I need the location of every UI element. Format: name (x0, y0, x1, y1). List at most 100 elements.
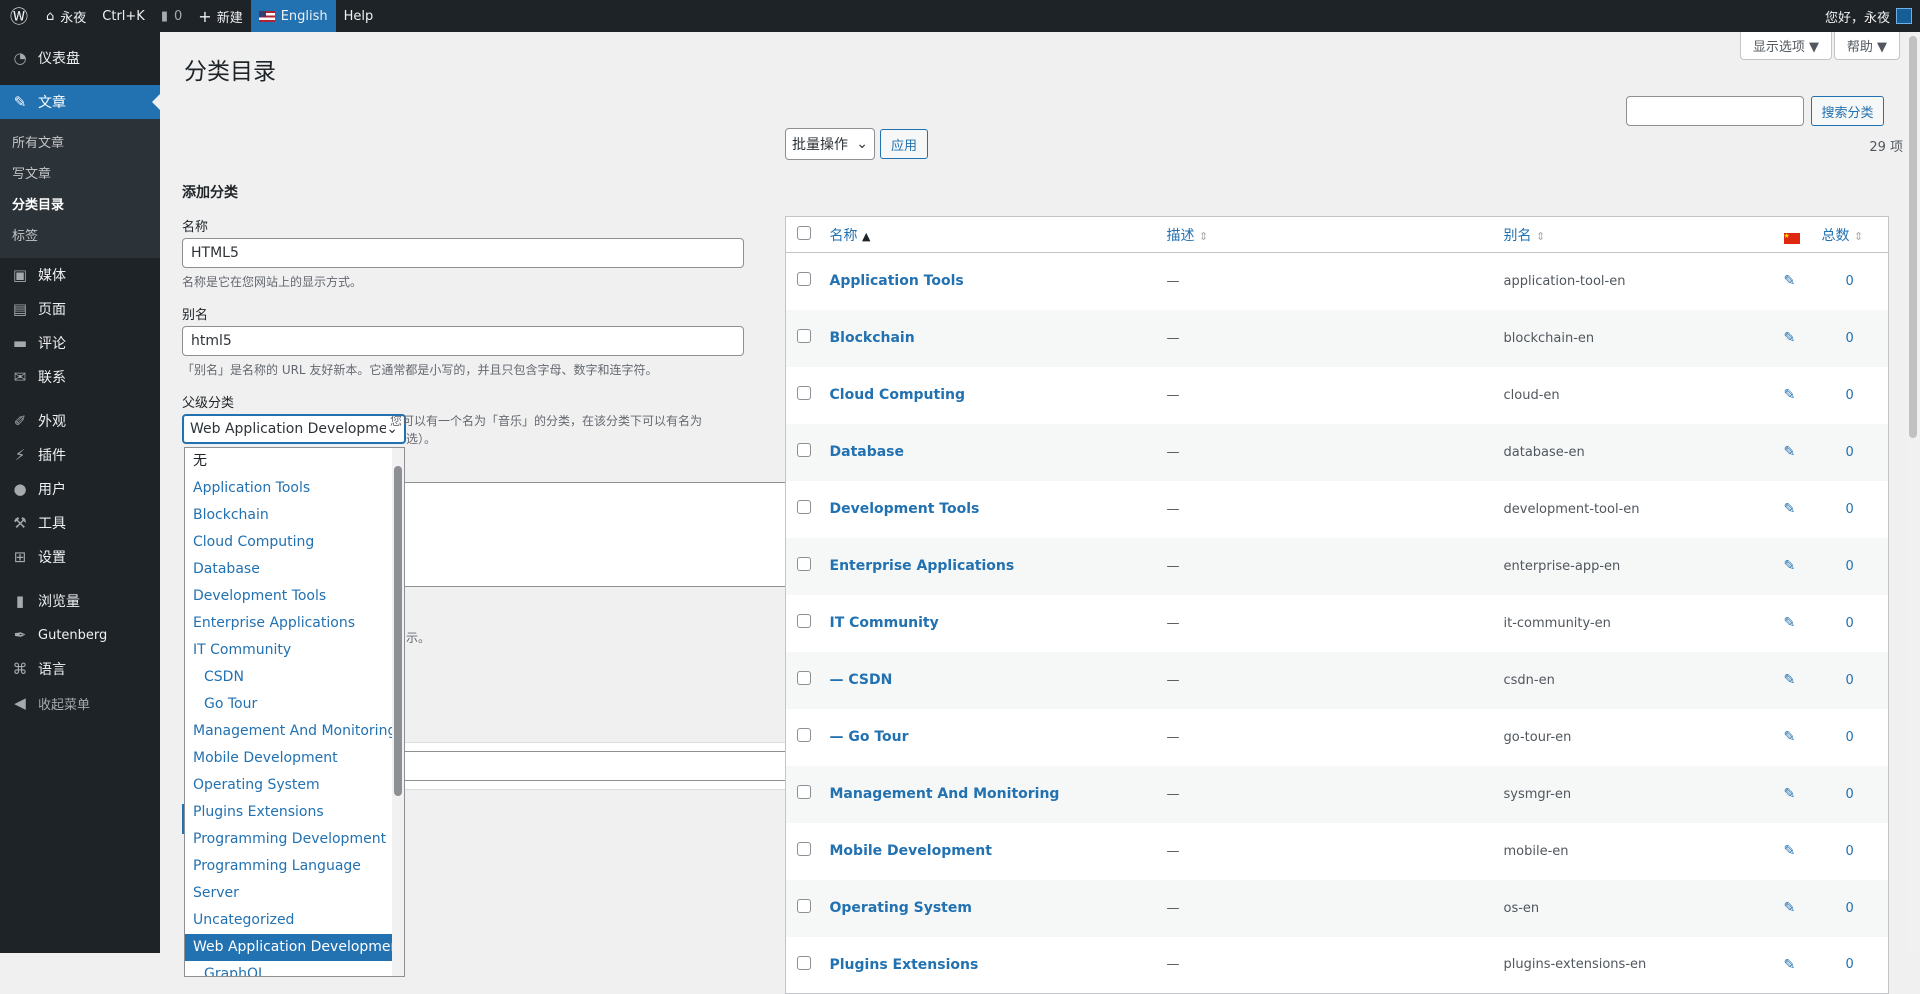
category-name-link[interactable]: Blockchain (830, 330, 915, 346)
row-checkbox[interactable] (797, 500, 811, 514)
row-checkbox[interactable] (797, 557, 811, 571)
category-name-link[interactable]: — Go Tour (830, 729, 909, 745)
category-count-link[interactable]: 0 (1846, 730, 1854, 745)
dropdown-option[interactable]: IT Community (185, 637, 404, 664)
category-count-link[interactable]: 0 (1846, 445, 1854, 460)
edit-translation-icon[interactable]: ✎ (1784, 501, 1796, 517)
select-all-checkbox[interactable] (797, 225, 811, 240)
row-checkbox[interactable] (797, 272, 811, 287)
dropdown-option[interactable]: Plugins Extensions (185, 799, 404, 826)
menu-gutenberg[interactable]: ✒ Gutenberg (0, 618, 160, 652)
language-switcher[interactable]: English (250, 0, 336, 32)
menu-views[interactable]: ▮ 浏览量 (0, 584, 160, 618)
category-name-link[interactable]: — CSDN (830, 672, 893, 688)
dropdown-option[interactable]: Operating System (185, 772, 404, 799)
dropdown-option[interactable]: Mobile Development (185, 745, 404, 772)
category-count-link[interactable]: 0 (1846, 673, 1854, 688)
column-count[interactable]: 总数 ⇕ (1821, 216, 1889, 253)
row-checkbox[interactable] (797, 671, 811, 685)
menu-media[interactable]: ▣ 媒体 (0, 258, 160, 292)
category-count-link[interactable]: 0 (1846, 901, 1854, 916)
category-name-link[interactable]: Mobile Development (830, 843, 992, 859)
page-scrollbar[interactable] (1906, 32, 1920, 953)
edit-translation-icon[interactable]: ✎ (1784, 615, 1796, 631)
dropdown-option[interactable]: Uncategorized (185, 907, 404, 934)
menu-settings[interactable]: ⊞ 设置 (0, 540, 160, 574)
row-checkbox[interactable] (797, 386, 811, 400)
dropdown-option[interactable]: Development Tools (185, 583, 404, 610)
dropdown-option[interactable]: GraphQL (185, 961, 404, 976)
dropdown-option[interactable]: Programming Development (185, 826, 404, 853)
dropdown-option[interactable]: Web Application Development (185, 934, 404, 961)
category-count-link[interactable]: 0 (1846, 844, 1854, 859)
submenu-categories[interactable]: 分类目录 (0, 188, 160, 219)
name-field[interactable]: HTML5 (182, 238, 744, 268)
slug-field[interactable]: html5 (182, 326, 744, 356)
dropdown-option[interactable]: Enterprise Applications (185, 610, 404, 637)
dropdown-option[interactable]: Blockchain (185, 502, 404, 529)
dropdown-option[interactable]: 无 (185, 448, 404, 475)
row-checkbox[interactable] (797, 329, 811, 343)
site-name-link[interactable]: ⌂ 永夜 (38, 0, 94, 32)
category-count-link[interactable]: 0 (1846, 502, 1854, 517)
page-scroll-thumb[interactable] (1909, 36, 1917, 438)
category-count-link[interactable]: 0 (1846, 787, 1854, 802)
menu-users[interactable]: ● 用户 (0, 472, 160, 506)
category-name-link[interactable]: Application Tools (830, 273, 964, 289)
menu-tools[interactable]: ⚒ 工具 (0, 506, 160, 540)
edit-translation-icon[interactable]: ✎ (1784, 672, 1796, 688)
edit-translation-icon[interactable]: ✎ (1784, 273, 1796, 289)
category-name-link[interactable]: Development Tools (830, 501, 980, 517)
dropdown-scrollbar[interactable] (392, 448, 404, 976)
dropdown-option[interactable]: Cloud Computing (185, 529, 404, 556)
submenu-new-post[interactable]: 写文章 (0, 157, 160, 188)
category-count-link[interactable]: 0 (1846, 616, 1854, 631)
dropdown-option[interactable]: Database (185, 556, 404, 583)
category-count-link[interactable]: 0 (1846, 388, 1854, 403)
help-link[interactable]: Help (336, 0, 382, 32)
edit-translation-icon[interactable]: ✎ (1784, 843, 1796, 859)
submenu-all-posts[interactable]: 所有文章 (0, 126, 160, 157)
new-content-link[interactable]: + 新建 (190, 0, 250, 32)
dropdown-option[interactable]: CSDN (185, 664, 404, 691)
collapse-menu-button[interactable]: ◀ 收起菜单 (0, 686, 160, 720)
category-name-link[interactable]: Plugins Extensions (830, 957, 979, 973)
menu-appearance[interactable]: ✐ 外观 (0, 404, 160, 438)
menu-languages[interactable]: ⌘ 语言 (0, 652, 160, 686)
dropdown-option[interactable]: Server (185, 880, 404, 907)
parent-dropdown-list[interactable]: 无 Application Tools Blockchain Cloud Comput… (184, 447, 405, 977)
help-button[interactable]: 帮助 ▼ (1833, 32, 1900, 60)
menu-contact[interactable]: ✉ 联系 (0, 360, 160, 394)
dropdown-option[interactable]: Application Tools (185, 475, 404, 502)
column-slug[interactable]: 别名 ⇕ (1503, 216, 1784, 253)
submenu-tags[interactable]: 标签 (0, 219, 160, 250)
row-checkbox[interactable] (797, 955, 811, 970)
edit-translation-icon[interactable]: ✎ (1784, 330, 1796, 346)
menu-plugins[interactable]: ⚡ 插件 (0, 438, 160, 472)
edit-translation-icon[interactable]: ✎ (1784, 957, 1796, 973)
menu-dashboard[interactable]: ◔ 仪表盘 (0, 41, 160, 75)
apply-button[interactable]: 应用 (880, 129, 928, 159)
row-checkbox[interactable] (797, 614, 811, 628)
command-palette-shortcut[interactable]: Ctrl+K (94, 0, 153, 32)
category-count-link[interactable]: 0 (1846, 331, 1854, 346)
row-checkbox[interactable] (797, 443, 811, 457)
row-checkbox[interactable] (797, 728, 811, 742)
edit-translation-icon[interactable]: ✎ (1784, 444, 1796, 460)
menu-comments[interactable]: ▬ 评论 (0, 326, 160, 360)
category-name-link[interactable]: Cloud Computing (830, 387, 966, 403)
parent-select[interactable]: Web Application Development ⌄ (182, 414, 406, 444)
comments-link[interactable]: ▮ 0 (153, 0, 190, 32)
edit-translation-icon[interactable]: ✎ (1784, 900, 1796, 916)
bulk-action-select[interactable]: 批量操作 ⌄ (785, 128, 875, 160)
search-categories-button[interactable]: 搜索分类 (1811, 96, 1884, 126)
category-name-link[interactable]: Database (830, 444, 905, 460)
row-checkbox[interactable] (797, 842, 811, 856)
category-name-link[interactable]: Management And Monitoring (830, 786, 1060, 802)
column-description[interactable]: 描述 ⇕ (1166, 216, 1504, 253)
screen-options-button[interactable]: 显示选项 ▼ (1739, 32, 1832, 60)
category-count-link[interactable]: 0 (1846, 957, 1854, 972)
category-name-link[interactable]: Enterprise Applications (830, 558, 1015, 574)
edit-translation-icon[interactable]: ✎ (1784, 729, 1796, 745)
row-checkbox[interactable] (797, 899, 811, 913)
